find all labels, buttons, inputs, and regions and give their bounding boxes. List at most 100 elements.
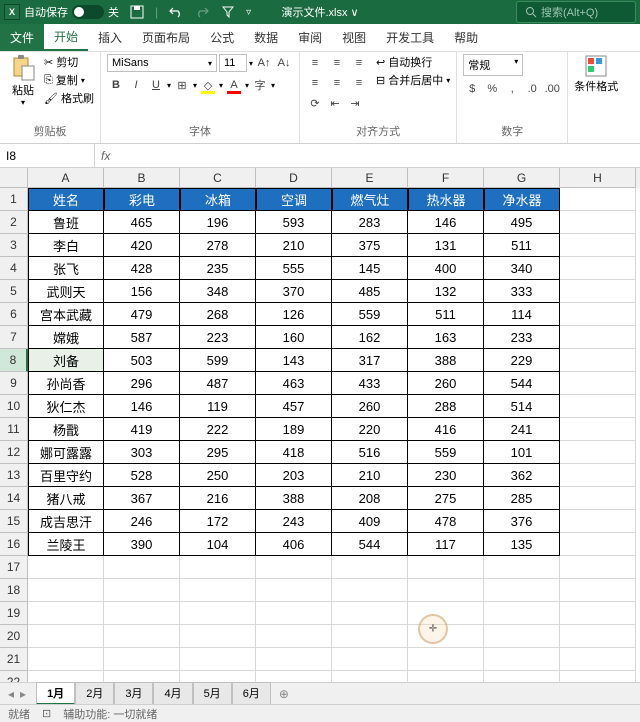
row-header[interactable]: 18 — [0, 579, 28, 602]
cell[interactable]: 555 — [256, 257, 332, 280]
comma-button[interactable]: , — [503, 80, 521, 98]
cell[interactable]: 503 — [104, 349, 180, 372]
cell[interactable] — [560, 372, 636, 395]
bold-button[interactable]: B — [107, 76, 125, 94]
cell[interactable] — [560, 211, 636, 234]
cell[interactable] — [28, 625, 104, 648]
cell[interactable] — [104, 556, 180, 579]
cell[interactable]: 成吉思汗 — [28, 510, 104, 533]
search-box[interactable]: 搜索(Alt+Q) — [516, 1, 636, 23]
fill-color-button[interactable]: ◇ — [199, 76, 217, 94]
cell[interactable]: 479 — [104, 303, 180, 326]
sheet-tab[interactable]: 3月 — [114, 682, 153, 705]
cell[interactable]: 243 — [256, 510, 332, 533]
cell[interactable]: 416 — [408, 418, 484, 441]
cell[interactable]: 420 — [104, 234, 180, 257]
align-center-button[interactable]: ≡ — [328, 74, 346, 92]
cell[interactable]: 246 — [104, 510, 180, 533]
increase-decimal-button[interactable]: .0 — [523, 80, 541, 98]
cell[interactable]: 210 — [256, 234, 332, 257]
cell[interactable]: 478 — [408, 510, 484, 533]
cell[interactable]: 孙尚香 — [28, 372, 104, 395]
cell[interactable] — [104, 579, 180, 602]
cell[interactable]: 340 — [484, 257, 560, 280]
align-bottom-button[interactable]: ≡ — [350, 54, 368, 72]
column-header[interactable]: A — [28, 168, 104, 188]
cut-button[interactable]: ✂剪切 — [44, 54, 94, 70]
underline-button[interactable]: U — [147, 76, 165, 94]
cell[interactable]: 511 — [408, 303, 484, 326]
menu-help[interactable]: 帮助 — [444, 24, 488, 51]
row-header[interactable]: 4 — [0, 257, 28, 280]
row-header[interactable]: 5 — [0, 280, 28, 303]
cell[interactable]: 李白 — [28, 234, 104, 257]
cell[interactable] — [560, 257, 636, 280]
redo-icon[interactable] — [194, 4, 210, 20]
shrink-font-button[interactable]: A↓ — [275, 54, 293, 72]
cell[interactable]: 487 — [180, 372, 256, 395]
cell[interactable] — [484, 602, 560, 625]
cell[interactable]: 126 — [256, 303, 332, 326]
wrap-text-button[interactable]: ↩自动换行 — [376, 54, 450, 70]
cell[interactable]: 433 — [332, 372, 408, 395]
cell[interactable]: 599 — [180, 349, 256, 372]
cell[interactable] — [256, 648, 332, 671]
cell[interactable]: 288 — [408, 395, 484, 418]
cell[interactable] — [332, 648, 408, 671]
font-color-button[interactable]: A — [225, 76, 243, 94]
cell[interactable]: 彩电 — [104, 188, 180, 211]
cell[interactable]: 净水器 — [484, 188, 560, 211]
cell[interactable]: 233 — [484, 326, 560, 349]
cell[interactable] — [256, 579, 332, 602]
cell[interactable] — [180, 648, 256, 671]
cell[interactable]: 172 — [180, 510, 256, 533]
sheet-tab[interactable]: 4月 — [153, 682, 192, 705]
cell[interactable]: 杨戬 — [28, 418, 104, 441]
currency-button[interactable]: $ — [463, 80, 481, 98]
font-name-dropdown[interactable]: MiSans▾ — [107, 54, 217, 72]
row-header[interactable]: 14 — [0, 487, 28, 510]
formula-input[interactable] — [116, 154, 640, 158]
cell[interactable]: 362 — [484, 464, 560, 487]
cell[interactable] — [332, 579, 408, 602]
menu-data[interactable]: 数据 — [244, 24, 288, 51]
menu-view[interactable]: 视图 — [332, 24, 376, 51]
cell[interactable]: 娜可露露 — [28, 441, 104, 464]
cell[interactable] — [104, 602, 180, 625]
row-header[interactable]: 11 — [0, 418, 28, 441]
format-painter-button[interactable]: 🖌格式刷 — [44, 90, 94, 106]
row-header[interactable]: 6 — [0, 303, 28, 326]
menu-insert[interactable]: 插入 — [88, 24, 132, 51]
cell[interactable] — [484, 556, 560, 579]
decrease-indent-button[interactable]: ⇤ — [326, 94, 344, 112]
cell[interactable]: 张飞 — [28, 257, 104, 280]
cell[interactable]: 空调 — [256, 188, 332, 211]
cell[interactable]: 宫本武藏 — [28, 303, 104, 326]
cell[interactable]: 145 — [332, 257, 408, 280]
save-icon[interactable] — [129, 4, 145, 20]
cell[interactable]: 兰陵王 — [28, 533, 104, 556]
cell[interactable] — [560, 349, 636, 372]
orientation-button[interactable]: ⟳ — [306, 94, 324, 112]
cell[interactable]: 101 — [484, 441, 560, 464]
cell[interactable] — [256, 625, 332, 648]
cell[interactable] — [560, 280, 636, 303]
cell[interactable] — [180, 602, 256, 625]
sheet-tab[interactable]: 2月 — [75, 682, 114, 705]
cell[interactable] — [560, 395, 636, 418]
cell[interactable] — [560, 303, 636, 326]
cell[interactable] — [560, 648, 636, 671]
row-header[interactable]: 15 — [0, 510, 28, 533]
row-header[interactable]: 8 — [0, 349, 28, 372]
cell[interactable] — [560, 188, 636, 211]
cell[interactable]: 559 — [408, 441, 484, 464]
cell[interactable]: 104 — [180, 533, 256, 556]
cell[interactable]: 593 — [256, 211, 332, 234]
cell[interactable]: 587 — [104, 326, 180, 349]
cell[interactable] — [560, 441, 636, 464]
add-sheet-button[interactable]: ⊕ — [279, 687, 289, 701]
cell[interactable]: 武则天 — [28, 280, 104, 303]
cell[interactable]: 241 — [484, 418, 560, 441]
align-top-button[interactable]: ≡ — [306, 54, 324, 72]
sheet-nav-arrows[interactable]: ◂▸ — [8, 687, 26, 701]
